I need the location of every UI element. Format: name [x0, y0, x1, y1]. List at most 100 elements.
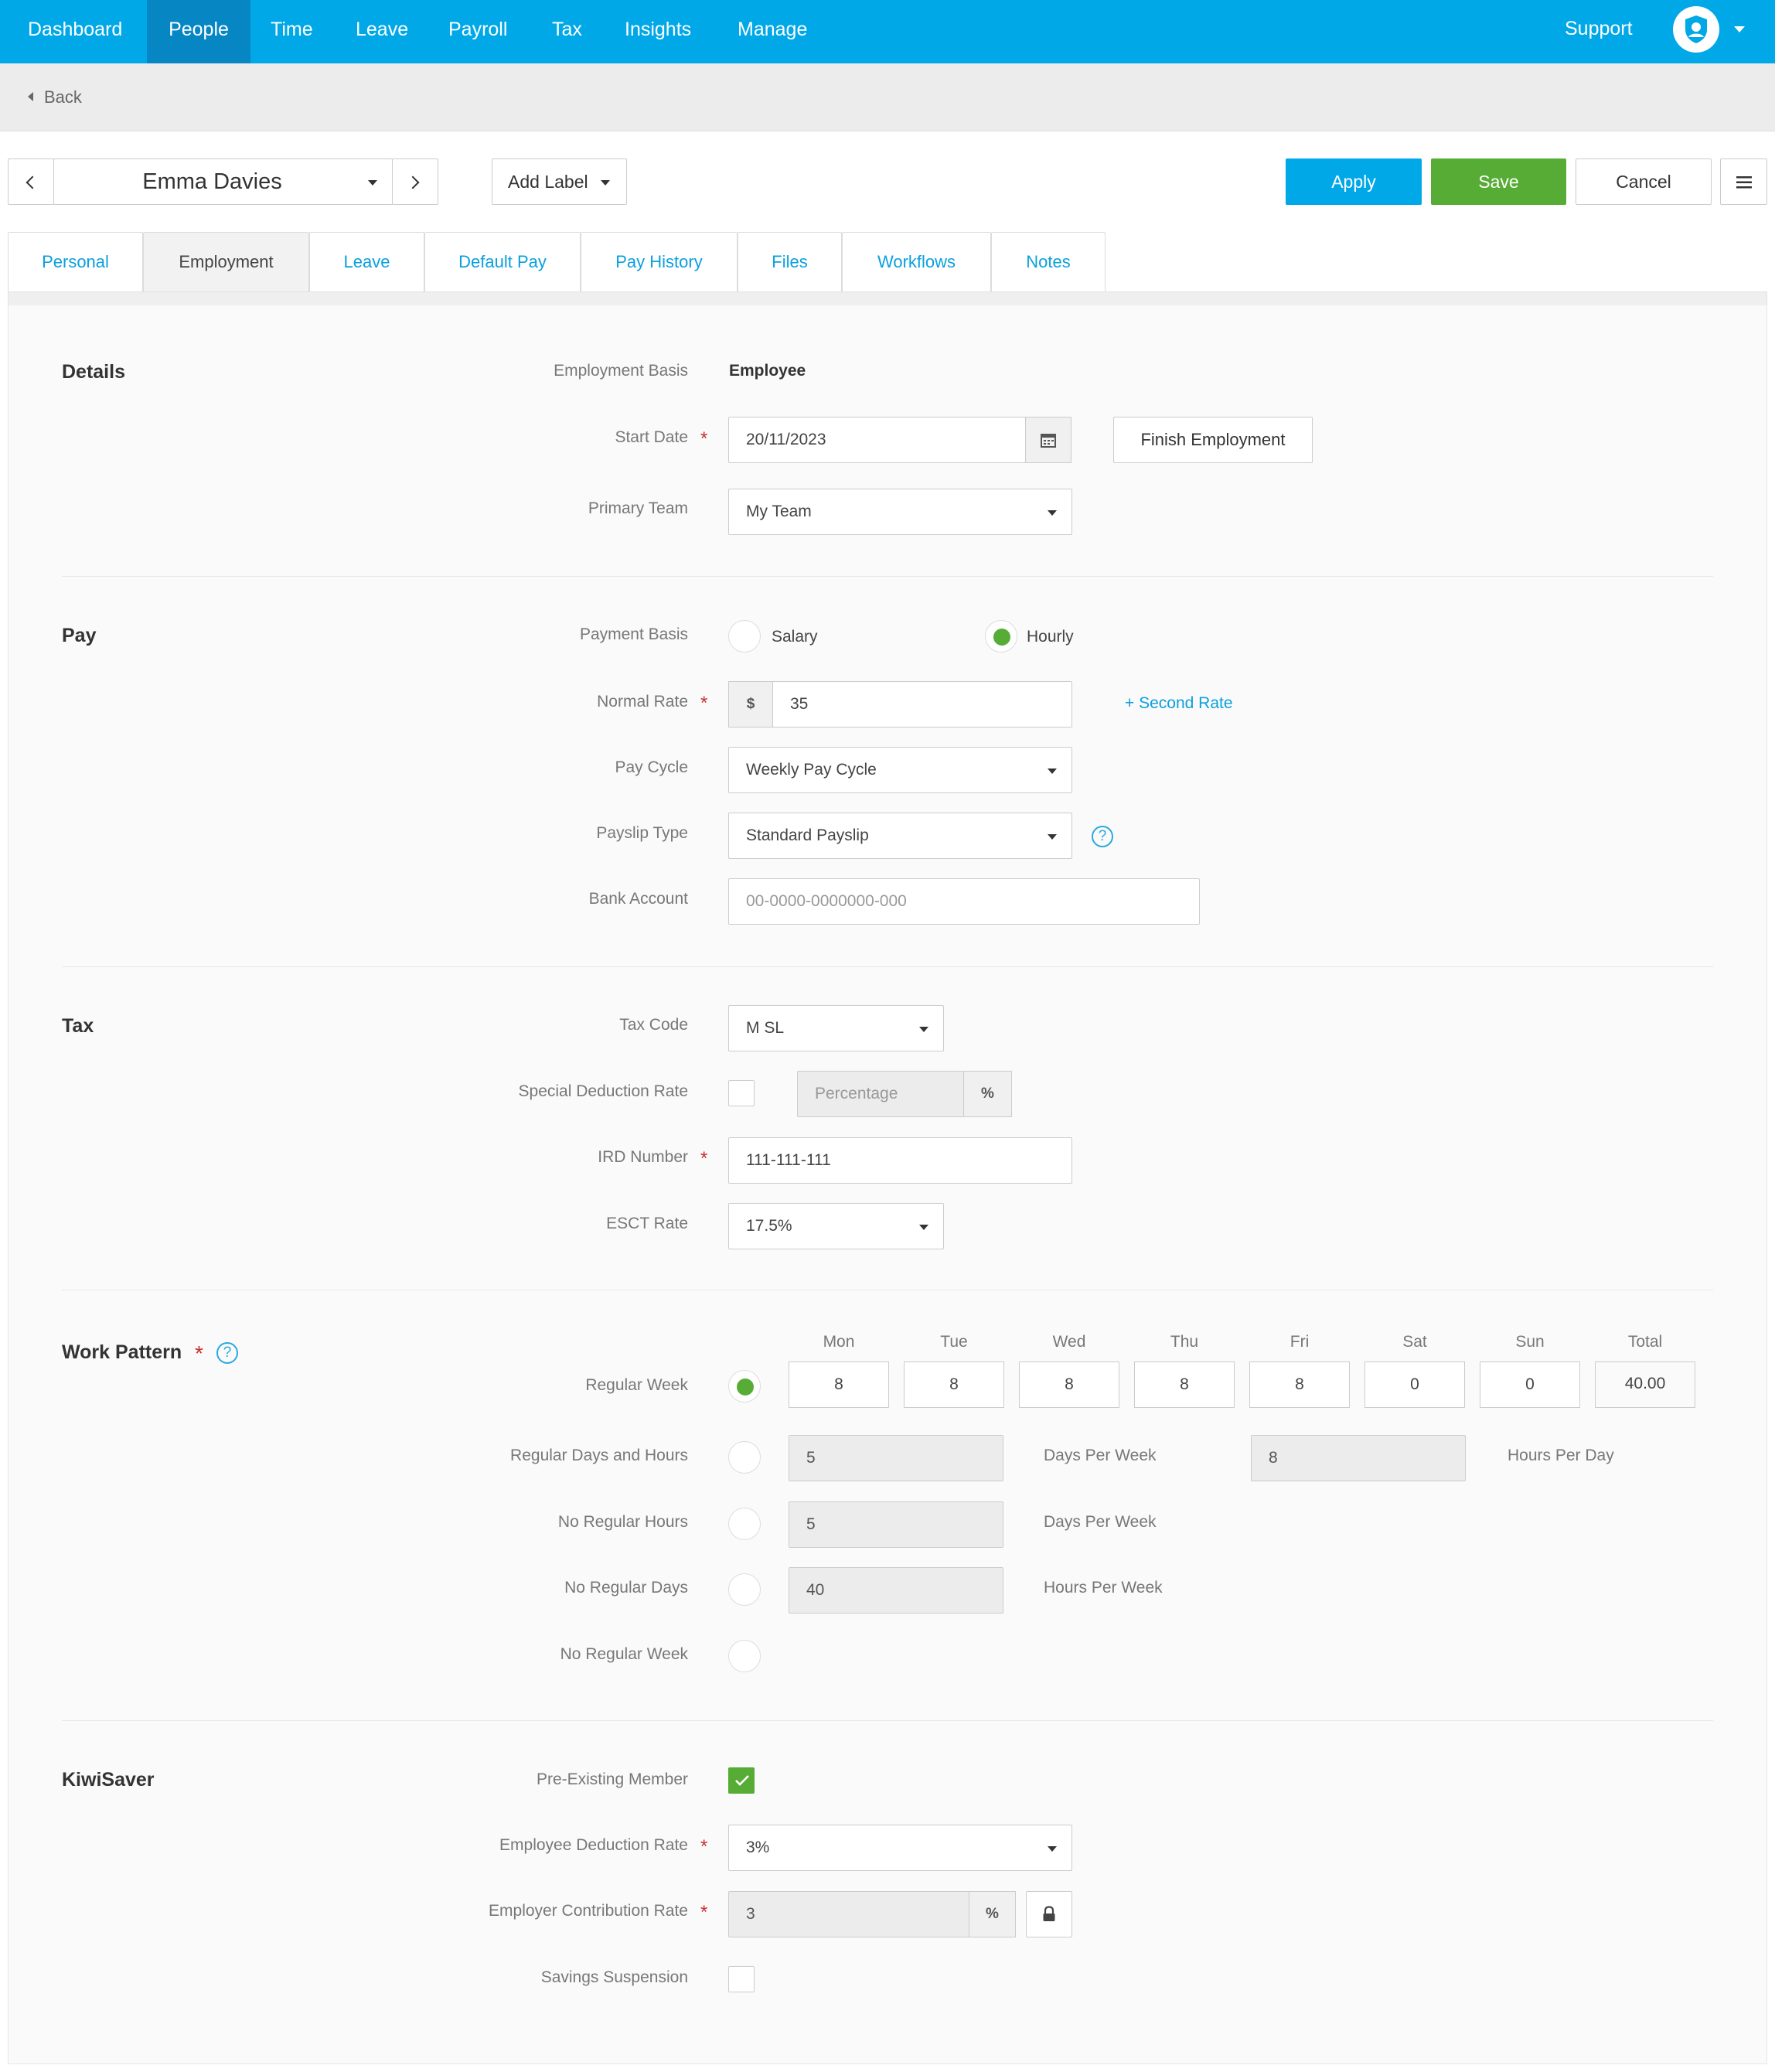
primary-team-select[interactable]: My Team [728, 489, 1072, 535]
hourly-radio[interactable] [985, 620, 1017, 653]
chevron-down-icon [919, 1225, 928, 1230]
hours-sun-input[interactable]: 0 [1480, 1361, 1580, 1408]
payslip-type-select[interactable]: Standard Payslip [728, 813, 1072, 859]
no-regular-hours-label: No Regular Hours [557, 1513, 688, 1531]
rdh-hours-input[interactable]: 8 [1251, 1435, 1466, 1481]
bank-account-input[interactable]: 00-0000-0000000-000 [728, 878, 1200, 925]
employee-name: Emma Davies [142, 169, 282, 194]
nav-payroll[interactable]: Payroll [428, 0, 527, 63]
day-header-sun: Sun [1515, 1333, 1545, 1351]
start-date-value: 20/11/2023 [746, 431, 826, 448]
percent-addon: % [969, 1891, 1016, 1937]
no-regular-week-radio[interactable] [728, 1640, 761, 1672]
lock-button[interactable] [1026, 1891, 1072, 1937]
account-dropdown-icon[interactable] [1734, 26, 1745, 32]
cancel-button[interactable]: Cancel [1576, 158, 1712, 205]
start-date-input[interactable]: 20/11/2023 [728, 417, 1026, 463]
nav-tax[interactable]: Tax [532, 0, 602, 63]
chevron-right-icon [406, 176, 420, 189]
pay-cycle-select[interactable]: Weekly Pay Cycle [728, 747, 1072, 793]
ird-number-label: IRD Number [598, 1148, 688, 1166]
bank-account-placeholder: 00-0000-0000000-000 [746, 892, 907, 910]
pay-cycle-label: Pay Cycle [615, 758, 688, 776]
percent-addon: % [963, 1071, 1012, 1117]
nav-dashboard[interactable]: Dashboard [8, 0, 142, 63]
next-employee-button[interactable] [392, 158, 438, 205]
hours-tue-input[interactable]: 8 [904, 1361, 1004, 1408]
special-deduction-checkbox[interactable] [728, 1080, 755, 1106]
day-header-tue: Tue [940, 1333, 968, 1351]
required-marker: * [700, 428, 708, 449]
tax-code-select[interactable]: M SL [728, 1005, 944, 1051]
tab-leave[interactable]: Leave [309, 232, 424, 292]
hours-mon-input[interactable]: 8 [789, 1361, 889, 1408]
chevron-down-icon [1048, 1846, 1057, 1852]
nav-leave[interactable]: Leave [336, 0, 428, 63]
pre-existing-member-checkbox[interactable] [728, 1767, 755, 1794]
back-label: Back [44, 87, 82, 107]
normal-rate-label: Normal Rate [597, 693, 688, 711]
more-menu-button[interactable] [1720, 158, 1767, 205]
nav-insights[interactable]: Insights [605, 0, 711, 63]
divider [62, 966, 1713, 967]
save-button[interactable]: Save [1431, 158, 1566, 205]
calendar-button[interactable] [1025, 417, 1071, 463]
chevron-down-icon [1048, 510, 1057, 516]
savings-suspension-label: Savings Suspension [540, 1968, 688, 1986]
hours-fri-input[interactable]: 8 [1249, 1361, 1350, 1408]
nav-people[interactable]: People [147, 0, 250, 63]
tab-notes[interactable]: Notes [991, 232, 1106, 292]
avatar[interactable] [1673, 6, 1719, 53]
hours-wed-input[interactable]: 8 [1019, 1361, 1119, 1408]
help-icon[interactable]: ? [216, 1342, 238, 1364]
esct-rate-label: ESCT Rate [606, 1215, 688, 1232]
ird-number-input[interactable]: 111-111-111 [728, 1137, 1072, 1184]
tab-default-pay[interactable]: Default Pay [424, 232, 581, 292]
support-link[interactable]: Support [1565, 0, 1633, 59]
no-regular-hours-radio[interactable] [728, 1508, 761, 1540]
savings-suspension-checkbox[interactable] [728, 1966, 755, 1992]
nrd-hours-input[interactable]: 40 [789, 1567, 1003, 1614]
day-header-sat: Sat [1402, 1333, 1427, 1351]
employee-select[interactable]: Emma Davies [53, 158, 393, 205]
second-rate-link[interactable]: + Second Rate [1125, 694, 1233, 713]
nav-manage[interactable]: Manage [717, 0, 827, 63]
tab-workflows[interactable]: Workflows [842, 232, 991, 292]
add-label-button[interactable]: Add Label [492, 158, 627, 205]
no-regular-days-radio[interactable] [728, 1573, 761, 1606]
percentage-placeholder: Percentage [815, 1085, 898, 1102]
esct-rate-select[interactable]: 17.5% [728, 1203, 944, 1249]
hourly-label: Hourly [1027, 628, 1074, 646]
help-icon[interactable]: ? [1092, 826, 1113, 847]
chevron-down-icon [1048, 768, 1057, 774]
tab-personal[interactable]: Personal [8, 232, 143, 292]
nrh-days-input[interactable]: 5 [789, 1501, 1003, 1548]
start-date-label: Start Date [615, 428, 688, 446]
tab-pay-history[interactable]: Pay History [581, 232, 738, 292]
rdh-days-input[interactable]: 5 [789, 1435, 1003, 1481]
salary-radio[interactable] [728, 620, 761, 653]
regular-week-radio[interactable] [728, 1370, 761, 1402]
hamburger-icon [1736, 176, 1752, 189]
payment-basis-label: Payment Basis [579, 625, 688, 643]
apply-button[interactable]: Apply [1286, 158, 1422, 205]
salary-label: Salary [772, 628, 818, 646]
percentage-input[interactable]: Percentage [797, 1071, 964, 1117]
finish-employment-button[interactable]: Finish Employment [1113, 417, 1313, 463]
prev-employee-button[interactable] [8, 158, 54, 205]
employee-deduction-label: Employee Deduction Rate [499, 1836, 688, 1854]
employer-contribution-input[interactable]: 3 [728, 1891, 969, 1937]
payslip-type-value: Standard Payslip [746, 826, 869, 844]
normal-rate-input[interactable]: 35 [772, 681, 1072, 728]
primary-team-value: My Team [746, 503, 812, 520]
hours-thu-input[interactable]: 8 [1134, 1361, 1235, 1408]
currency-addon: $ [728, 681, 773, 728]
employee-deduction-select[interactable]: 3% [728, 1825, 1072, 1871]
tab-employment[interactable]: Employment [143, 232, 309, 292]
top-nav: Dashboard People Time Leave Payroll Tax … [0, 0, 1775, 63]
tab-files[interactable]: Files [738, 232, 842, 292]
nav-time[interactable]: Time [250, 0, 333, 63]
regular-days-hours-radio[interactable] [728, 1441, 761, 1474]
back-link[interactable]: Back [28, 63, 82, 131]
hours-sat-input[interactable]: 0 [1364, 1361, 1465, 1408]
